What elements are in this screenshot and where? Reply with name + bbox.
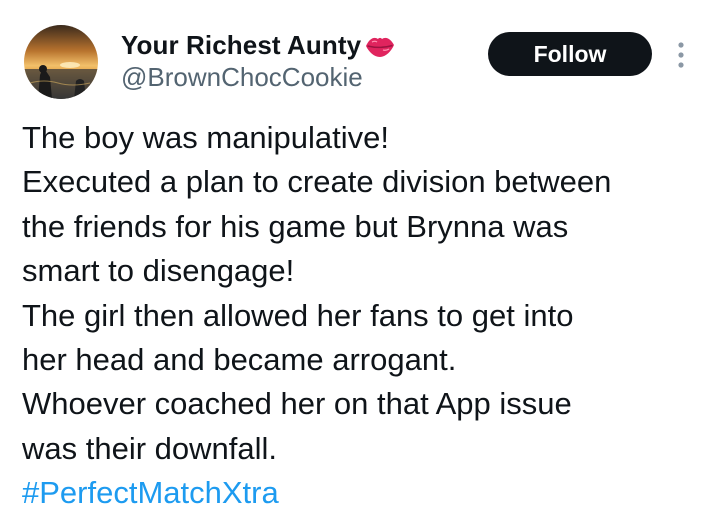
tweet-text: The boy was manipulative! Executed a pla…: [22, 116, 712, 516]
more-vertical-icon[interactable]: [674, 40, 688, 70]
tweet-line: Executed a plan to create division betwe…: [22, 164, 612, 200]
tweet-line: Whoever coached her on that App issue: [22, 386, 572, 422]
display-name[interactable]: Your Richest Aunty: [121, 30, 361, 61]
avatar[interactable]: [24, 25, 98, 99]
tweet-line: was their downfall.: [22, 430, 278, 466]
tweet-card: Your Richest Aunty @BrownChocCookie Foll…: [0, 0, 720, 517]
tweet-line: the friends for his game but Brynna was: [22, 208, 569, 244]
tweet-line: The girl then allowed her fans to get in…: [22, 297, 574, 333]
tweet-line: smart to disengage!: [22, 253, 295, 289]
display-name-row[interactable]: Your Richest Aunty: [121, 27, 397, 63]
kiss-mark-lips-icon: [363, 30, 397, 60]
avatar-image: [24, 25, 98, 99]
tweet-line: The boy was manipulative!: [22, 120, 390, 155]
follow-button[interactable]: Follow: [488, 32, 652, 76]
hashtag-link[interactable]: #PerfectMatchXtra: [22, 471, 712, 515]
tweet-line: her head and became arrogant.: [22, 342, 457, 378]
user-handle[interactable]: @BrownChocCookie: [121, 62, 363, 93]
